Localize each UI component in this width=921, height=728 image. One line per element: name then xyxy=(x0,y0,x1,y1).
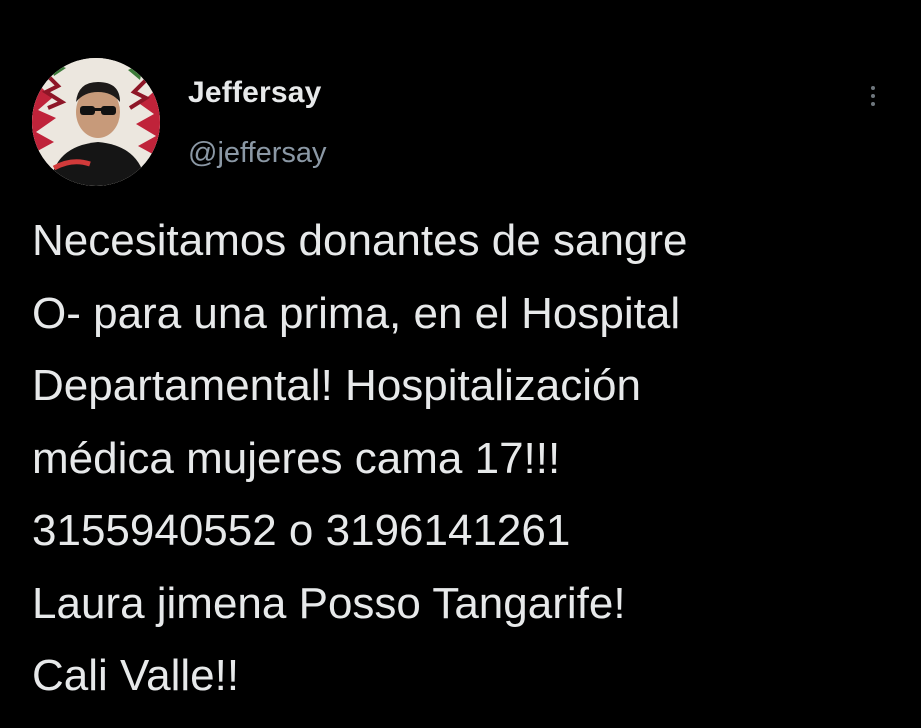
author-handle[interactable]: @jeffersay xyxy=(188,137,327,170)
profile-photo xyxy=(32,58,160,186)
more-dot xyxy=(871,94,875,98)
tweet-text-line: Departamental! Hospitalización xyxy=(32,361,641,410)
tweet-text: Necesitamos donantes de sangre O- para u… xyxy=(32,205,902,713)
author-display-name[interactable]: Jeffersay xyxy=(188,76,322,110)
avatar[interactable] xyxy=(32,58,160,186)
more-vertical-icon[interactable] xyxy=(858,78,888,114)
tweet-text-line: Necesitamos donantes de sangre xyxy=(32,216,688,265)
tweet-text-line: Laura jimena Posso Tangarife! xyxy=(32,578,626,628)
tweet-text-line: O- para una prima, en el Hospital xyxy=(32,288,681,338)
tweet-text-line: Cali Valle!! xyxy=(32,651,240,700)
more-dot xyxy=(871,102,875,106)
tweet-text-line: 3155940552 o 3196141261 xyxy=(32,506,571,555)
tweet-text-line: médica mujeres cama 17!!! xyxy=(32,433,561,483)
more-dot xyxy=(871,86,875,90)
tweet: Jeffersay @jeffersay Necesitamos donante… xyxy=(0,0,921,728)
